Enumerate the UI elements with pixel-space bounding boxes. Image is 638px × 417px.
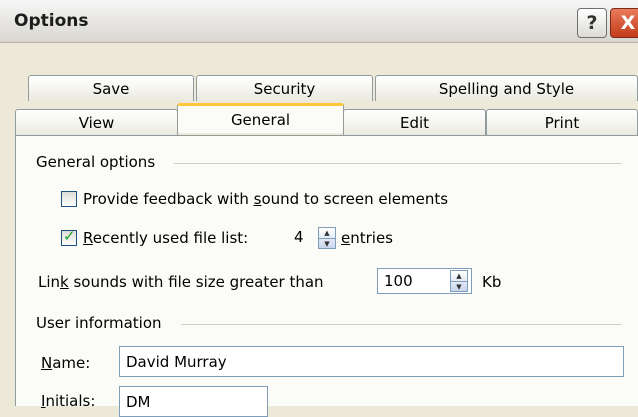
recent-files-label[interactable]: Recently used file list: [83, 229, 248, 247]
tab-label: Spelling and Style [438, 79, 575, 98]
check-icon: ✓ [63, 227, 76, 245]
input-value: David Murray [126, 353, 227, 371]
label-part: Provide feedback with [83, 190, 254, 208]
tab-panel-general: General options Provide feedback with so… [15, 135, 638, 417]
label-part: sounds with file size greater than [68, 273, 324, 291]
tab-label: Edit [399, 113, 430, 132]
tab-label: View [78, 113, 115, 132]
label-hotkey: N [41, 354, 53, 372]
group-divider [181, 324, 622, 325]
input-value: 100 [384, 272, 413, 290]
label-hotkey: k [60, 273, 69, 291]
recent-files-spinner[interactable]: ▲ ▼ [318, 227, 336, 249]
group-divider [174, 163, 622, 164]
user-information-label: User information [36, 314, 162, 332]
label-part: nitials: [45, 392, 96, 410]
spin-up-icon[interactable]: ▲ [451, 271, 467, 281]
input-value: 4 [294, 228, 304, 246]
tab-view[interactable]: View [15, 109, 178, 135]
spin-down-icon[interactable]: ▼ [319, 238, 335, 249]
feedback-checkbox[interactable] [61, 191, 77, 207]
label-hotkey: e [341, 229, 351, 247]
label-part: ound to screen elements [261, 190, 449, 208]
tab-label: Security [253, 79, 316, 98]
help-button[interactable]: ? [577, 8, 607, 38]
tab-label: General [230, 110, 291, 129]
label-part: ntries [350, 229, 394, 247]
entries-label: entries [341, 229, 393, 247]
title-bar: Options ? X [0, 0, 638, 43]
link-sounds-spinner[interactable]: ▲ ▼ [450, 270, 468, 292]
tab-edit[interactable]: Edit [343, 109, 486, 135]
feedback-checkbox-label[interactable]: Provide feedback with sound to screen el… [83, 190, 448, 208]
window-title: Options [14, 11, 89, 31]
tab-print[interactable]: Print [486, 109, 638, 135]
label-part: ecently used file list: [92, 229, 249, 247]
link-sounds-label: Link sounds with file size greater than [38, 273, 324, 291]
name-field[interactable]: David Murray [119, 346, 624, 377]
kb-unit-label: Kb [482, 273, 502, 291]
help-icon: ? [586, 12, 598, 34]
tab-label: Print [544, 113, 580, 132]
initials-field[interactable]: DM [119, 386, 268, 417]
general-options-label: General options [36, 153, 156, 171]
label-part: Lin [38, 273, 61, 291]
spin-up-icon[interactable]: ▲ [319, 228, 335, 238]
label-hotkey: R [83, 229, 93, 247]
tab-save[interactable]: Save [28, 75, 194, 101]
tab-general[interactable]: General [177, 103, 344, 133]
tab-label: Save [92, 79, 130, 98]
close-button[interactable]: X [610, 8, 638, 38]
initials-label: Initials: [41, 392, 95, 410]
recent-files-checkbox[interactable]: ✓ [61, 227, 77, 246]
tab-security[interactable]: Security [196, 75, 373, 101]
label-part: ame: [52, 354, 91, 372]
close-icon: X [620, 12, 636, 34]
spin-down-icon[interactable]: ▼ [451, 281, 467, 292]
input-value: DM [126, 393, 151, 411]
tab-spelling-and-style[interactable]: Spelling and Style [375, 75, 638, 101]
name-label: Name: [41, 354, 90, 372]
